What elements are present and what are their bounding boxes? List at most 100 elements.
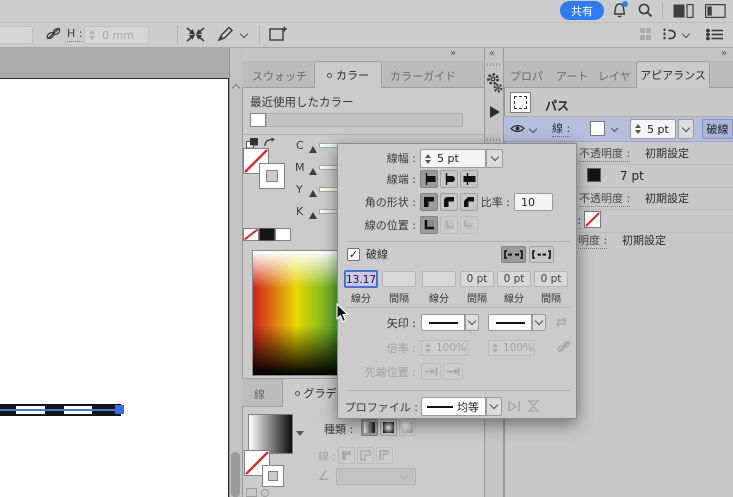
mid-panel-collapse[interactable]: » bbox=[450, 47, 456, 61]
gradient-thumb-dropdown-icon[interactable] bbox=[296, 431, 304, 436]
artboard-options-icon[interactable] bbox=[268, 25, 289, 46]
cmyk-k-slider-track[interactable] bbox=[319, 209, 339, 214]
h-label[interactable]: H : bbox=[67, 27, 82, 42]
workspace-switcher-icon[interactable] bbox=[705, 4, 726, 21]
list-view-icon[interactable] bbox=[706, 28, 725, 44]
anchor-point[interactable] bbox=[115, 405, 124, 414]
cmyk-k-slider-handle[interactable] bbox=[309, 212, 317, 219]
right-panel-collapse[interactable]: » bbox=[721, 47, 727, 61]
arrange-documents-icon[interactable] bbox=[673, 4, 694, 21]
cmyk-m-slider-track[interactable] bbox=[319, 165, 339, 170]
shaper-tool-icon[interactable] bbox=[216, 25, 236, 47]
h-value[interactable]: 0 mm bbox=[102, 29, 134, 42]
stroke2-color-swatch-black[interactable] bbox=[587, 168, 601, 182]
opacity-value-3[interactable]: 初期設定 bbox=[622, 234, 666, 248]
tab-color[interactable]: カラー bbox=[314, 61, 382, 88]
w-value-field[interactable] bbox=[0, 26, 33, 44]
tab-color-guide[interactable]: カラーガイド bbox=[390, 68, 456, 84]
cap-butt-button[interactable] bbox=[420, 170, 438, 188]
tip-extend-button[interactable] bbox=[421, 363, 441, 380]
popup-weight-value[interactable]: 5 pt bbox=[437, 152, 459, 165]
popup-weight-spin-icon[interactable] bbox=[425, 154, 431, 164]
snap-options-icon[interactable] bbox=[661, 26, 678, 46]
stroke-color-swatch-white[interactable] bbox=[590, 121, 605, 136]
canvas-scrollbar[interactable] bbox=[229, 48, 242, 497]
tab-appearance[interactable]: アピアランス bbox=[636, 61, 710, 88]
opacity-value-2[interactable]: 初期設定 bbox=[645, 192, 689, 206]
grid-snap-icon[interactable] bbox=[640, 28, 653, 41]
visibility-eye-icon[interactable] bbox=[510, 123, 525, 137]
cmyk-y-slider-track[interactable] bbox=[319, 187, 339, 192]
play-actions-icon[interactable] bbox=[490, 106, 500, 118]
arrowhead-start-chevron[interactable] bbox=[465, 314, 479, 331]
opacity-label-1[interactable]: 不透明度 : bbox=[579, 147, 630, 162]
stroke-width-spin-icon[interactable] bbox=[635, 124, 641, 134]
stroke-width-value[interactable]: 5 pt bbox=[647, 123, 669, 136]
join-miter-button[interactable] bbox=[420, 193, 438, 211]
arrow-scale-start[interactable]: 100% bbox=[421, 340, 467, 356]
stroke-proxy[interactable] bbox=[259, 163, 285, 189]
cmyk-y-slider-handle[interactable] bbox=[309, 190, 317, 197]
dock-gripper-top[interactable] bbox=[487, 63, 501, 66]
artboard[interactable] bbox=[0, 78, 229, 497]
quick-swatch-none[interactable] bbox=[243, 228, 259, 241]
dash-field-2[interactable] bbox=[382, 271, 416, 287]
cap-projecting-button[interactable] bbox=[460, 170, 478, 188]
arrowhead-start-dropdown[interactable] bbox=[421, 314, 465, 331]
search-icon[interactable] bbox=[637, 2, 654, 22]
dock-collapse[interactable]: « bbox=[489, 47, 495, 61]
stroke-width-dropdown[interactable] bbox=[678, 119, 694, 139]
dash-field-1[interactable]: 13.17 bbox=[344, 270, 378, 288]
actions-gears-icon[interactable] bbox=[485, 71, 503, 100]
gradient-type-linear-button[interactable] bbox=[361, 419, 378, 436]
quick-swatch-white[interactable] bbox=[275, 228, 291, 241]
scrollbar-thumb[interactable] bbox=[231, 452, 240, 497]
opacity-label-2[interactable]: 不透明度 : bbox=[579, 192, 630, 207]
appearance-stroke-row[interactable] bbox=[504, 117, 733, 142]
dash-field-4[interactable]: 0 pt bbox=[460, 271, 494, 287]
tab-swatches[interactable]: スウォッチ bbox=[252, 68, 307, 84]
gradient-stroke-within-button[interactable] bbox=[338, 447, 355, 464]
dashed-checkbox[interactable]: ✓ bbox=[347, 248, 360, 261]
tab-properties[interactable]: プロパ bbox=[510, 68, 548, 84]
profile-dropdown-chevron[interactable] bbox=[486, 397, 502, 416]
arrow-scale-end[interactable]: 100% bbox=[488, 340, 534, 356]
gradient-annotation-icon-2[interactable] bbox=[261, 489, 269, 497]
gradient-annotation-icon[interactable] bbox=[246, 488, 257, 497]
join-round-button[interactable] bbox=[440, 193, 458, 211]
color-spectrum[interactable] bbox=[252, 250, 344, 376]
share-button[interactable]: 共有 bbox=[560, 1, 604, 20]
tab-stroke-panel[interactable]: 線 bbox=[254, 386, 265, 402]
arrowhead-end-chevron[interactable] bbox=[532, 314, 546, 331]
align-center-button[interactable] bbox=[420, 216, 438, 234]
popup-miter-input[interactable]: 10 bbox=[514, 193, 553, 211]
gradient-type-freeform-button[interactable] bbox=[399, 419, 416, 436]
dash-field-5[interactable]: 0 pt bbox=[497, 271, 531, 287]
arrowhead-end-dropdown[interactable] bbox=[488, 314, 532, 331]
align-inside-button[interactable] bbox=[440, 216, 458, 234]
cmyk-c-slider-track[interactable] bbox=[319, 143, 339, 148]
dash-field-3[interactable] bbox=[422, 271, 456, 287]
align-outside-button[interactable] bbox=[460, 216, 478, 234]
profile-dropdown[interactable]: 均等 bbox=[421, 397, 486, 416]
gradient-type-radial-button[interactable] bbox=[380, 419, 397, 436]
gradient-stroke-across-button[interactable] bbox=[376, 447, 393, 464]
tab-artboards[interactable]: アート bbox=[556, 68, 588, 84]
quick-swatch-black[interactable] bbox=[259, 228, 275, 241]
gradient-thumbnail[interactable] bbox=[248, 414, 293, 454]
h-stepper-arrows-icon[interactable] bbox=[89, 30, 95, 40]
dash-field-6[interactable]: 0 pt bbox=[534, 271, 568, 287]
dash-align-corners-button[interactable] bbox=[501, 246, 526, 263]
stroke-row-label[interactable]: 線 : bbox=[552, 122, 570, 137]
cmyk-m-slider-handle[interactable] bbox=[309, 168, 317, 175]
popup-weight-stepper[interactable]: 5 pt bbox=[420, 149, 486, 168]
dash-align-exact-button[interactable] bbox=[529, 246, 554, 263]
tip-align-button[interactable] bbox=[443, 363, 463, 380]
opacity-value-1[interactable]: 初期設定 bbox=[645, 147, 689, 161]
cap-round-button[interactable] bbox=[440, 170, 458, 188]
popup-dashed-label[interactable]: 破線 bbox=[366, 248, 388, 262]
popup-weight-dropdown[interactable] bbox=[486, 149, 503, 168]
cmyk-c-slider-handle[interactable] bbox=[309, 146, 317, 153]
h-stepper[interactable]: 0 mm bbox=[84, 26, 149, 44]
fit-bounds-icon[interactable] bbox=[185, 26, 206, 46]
